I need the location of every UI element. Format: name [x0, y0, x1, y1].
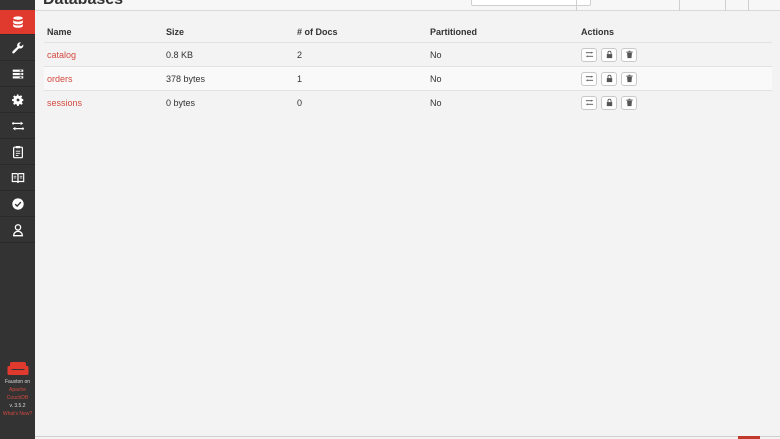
header-docs: # of Docs [297, 27, 338, 37]
trash-icon [625, 50, 633, 59]
row-actions [577, 47, 637, 62]
header-divider [748, 0, 749, 11]
replication-icon [11, 121, 24, 131]
sidebar-item-setup[interactable] [0, 36, 35, 61]
header-size: Size [166, 27, 185, 37]
sidebar-item-user[interactable] [0, 218, 35, 243]
database-doc-count: 0 [297, 97, 303, 108]
database-link[interactable]: orders [47, 74, 73, 84]
page-title: Databases [43, 0, 123, 9]
replicate-button[interactable] [581, 71, 597, 86]
brand-couchdb-link[interactable]: CouchDB [0, 394, 35, 402]
header-partitioned: Partitioned [430, 27, 478, 37]
delete-button[interactable] [621, 71, 637, 86]
replication-icon [585, 75, 593, 82]
wrench-icon [11, 42, 23, 54]
header: Databases [35, 0, 780, 11]
database-size: 0 bytes [166, 97, 196, 108]
database-size: 378 bytes [166, 73, 206, 84]
database-doc-count: 1 [297, 73, 303, 84]
database-link[interactable]: catalog [47, 50, 76, 60]
brand-line1: Fauxton on [4, 379, 31, 385]
whats-new-link[interactable]: What's New? [0, 410, 35, 418]
row-actions [577, 95, 637, 110]
row-actions [577, 71, 637, 86]
replicate-button[interactable] [581, 95, 597, 110]
search-input[interactable] [471, 0, 591, 6]
gear-icon [11, 94, 23, 106]
permissions-button[interactable] [601, 95, 617, 110]
header-name[interactable]: Name [44, 27, 162, 37]
replicate-button[interactable] [581, 47, 597, 62]
replication-icon [585, 51, 593, 58]
database-size: 0.8 KB [166, 49, 194, 60]
databases-table: Name Size # of Docs Partitioned Actions … [44, 22, 772, 114]
couchdb-logo-icon [7, 362, 28, 375]
database-link[interactable]: sessions [47, 98, 82, 108]
sidebar-item-documentation[interactable] [0, 166, 35, 191]
clipboard-icon [12, 146, 23, 159]
tasks-icon [12, 69, 23, 79]
header-divider [576, 0, 577, 11]
trash-icon [625, 74, 633, 83]
sidebar-item-verify[interactable] [0, 192, 35, 217]
replication-icon [585, 99, 593, 106]
sidebar: Fauxton on Apache CouchDB v. 3.5.2 What'… [0, 0, 35, 439]
sidebar-item-databases[interactable] [0, 10, 35, 35]
sidebar-item-replication[interactable] [0, 114, 35, 139]
brand-apache-link[interactable]: Apache [0, 386, 35, 394]
version-label: v. 3.5.2 [9, 403, 26, 409]
delete-button[interactable] [621, 47, 637, 62]
table-body: catalog 0.8 KB 2 No orders 378 bytes 1 N… [44, 42, 772, 114]
table-row: catalog 0.8 KB 2 No [44, 42, 772, 66]
permissions-button[interactable] [601, 47, 617, 62]
database-partitioned: No [430, 97, 442, 108]
header-divider [725, 0, 726, 11]
sidebar-item-logs[interactable] [0, 140, 35, 165]
table-row: orders 378 bytes 1 No [44, 66, 772, 90]
lock-icon [606, 98, 612, 107]
check-circle-icon [11, 198, 24, 210]
brand: Fauxton on Apache CouchDB v. 3.5.2 What'… [0, 360, 35, 418]
database-partitioned: No [430, 73, 442, 84]
database-doc-count: 2 [297, 49, 303, 60]
delete-button[interactable] [621, 95, 637, 110]
book-icon [11, 173, 24, 183]
lock-icon [606, 74, 612, 83]
table-row: sessions 0 bytes 0 No [44, 90, 772, 114]
user-icon [12, 224, 23, 237]
trash-icon [625, 98, 633, 107]
lock-icon [606, 50, 612, 59]
header-divider [679, 0, 680, 11]
permissions-button[interactable] [601, 71, 617, 86]
sidebar-item-active-tasks[interactable] [0, 62, 35, 87]
database-partitioned: No [430, 49, 442, 60]
database-icon [12, 16, 23, 28]
header-actions: Actions [581, 27, 615, 37]
table-header: Name Size # of Docs Partitioned Actions [44, 22, 772, 42]
footer-divider [35, 436, 780, 437]
sidebar-item-config[interactable] [0, 88, 35, 113]
